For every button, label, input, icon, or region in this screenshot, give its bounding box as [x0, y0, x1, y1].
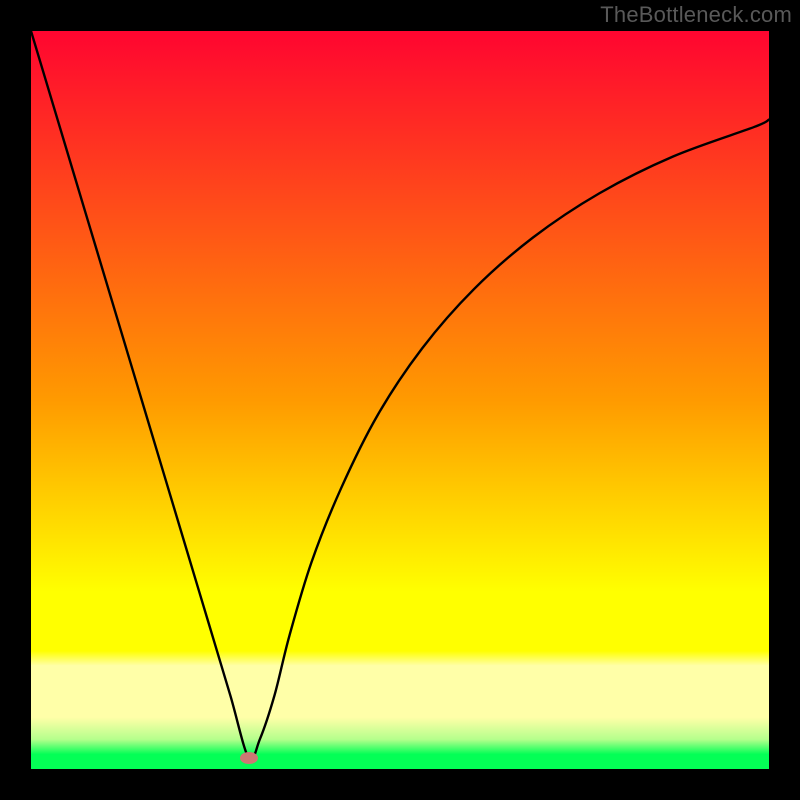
watermark-text: TheBottleneck.com [600, 2, 792, 28]
plot-frame [31, 31, 769, 769]
optimum-marker [240, 752, 258, 764]
bottleneck-curve [31, 31, 769, 769]
